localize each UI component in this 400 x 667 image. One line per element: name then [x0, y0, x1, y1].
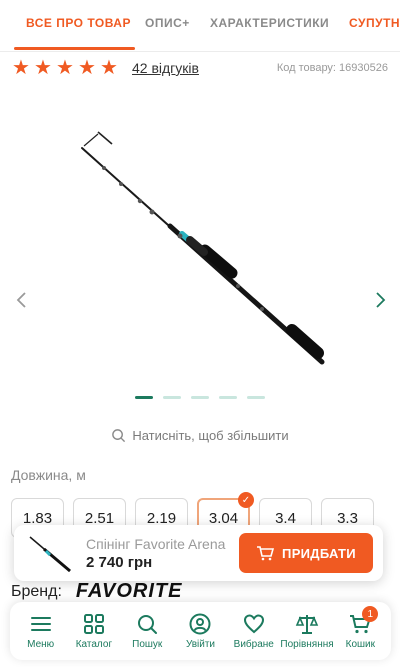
star-icon: ★ — [56, 57, 74, 79]
zoom-hint[interactable]: Натисніть, щоб збільшити — [0, 428, 400, 443]
active-tab-indicator — [14, 47, 135, 50]
buy-button[interactable]: ПРИДБАТИ — [239, 533, 373, 573]
nav-label: Вибране — [233, 639, 274, 650]
check-icon: ✓ — [238, 492, 254, 508]
gallery-dot[interactable] — [135, 396, 153, 399]
gallery-dots — [0, 396, 400, 399]
gallery-dot[interactable] — [163, 396, 181, 399]
gallery-dot[interactable] — [219, 396, 237, 399]
reviews-link[interactable]: 42 відгуків — [132, 60, 199, 76]
cart-badge: 1 — [362, 606, 379, 622]
nav-menu[interactable]: Меню — [17, 612, 65, 650]
buy-button-label: ПРИДБАТИ — [282, 545, 356, 561]
nav-label: Пошук — [132, 639, 163, 650]
product-tabs: Все про товар Опис+ Характеристики Супут… — [0, 0, 400, 52]
nav-cart[interactable]: 1 Кошик — [336, 606, 384, 650]
user-icon — [189, 613, 211, 635]
buybar-price: 2 740 грн — [86, 553, 153, 571]
gallery-next-icon[interactable] — [370, 290, 390, 310]
search-icon — [138, 615, 158, 634]
catalog-icon — [83, 614, 104, 634]
gallery-dot[interactable] — [247, 396, 265, 399]
gallery-prev-icon[interactable] — [12, 290, 32, 310]
nav-compare[interactable]: Порівняння — [280, 612, 334, 650]
cart-icon — [257, 546, 275, 561]
scales-icon — [295, 615, 319, 634]
buybar-product-name: Спінінг Favorite Arena — [86, 535, 226, 552]
nav-search[interactable]: Пошук — [123, 612, 171, 650]
length-label: Довжина, м — [11, 467, 86, 483]
star-icon: ★ — [78, 57, 96, 79]
gallery-dot[interactable] — [191, 396, 209, 399]
star-icon: ★ — [12, 57, 30, 79]
nav-label: Каталог — [75, 639, 113, 650]
nav-label: Меню — [27, 639, 55, 650]
product-thumbnail — [29, 536, 71, 573]
brand-logo[interactable]: FAVORITE — [76, 580, 183, 603]
heart-icon — [243, 614, 264, 634]
rating-row: ★ ★ ★ ★ ★ 42 відгуків Код товару: 169305… — [12, 58, 388, 78]
bottom-navigation: Меню Каталог Пошук Увійти Вибране Порівн… — [10, 602, 391, 660]
tab-all-about[interactable]: Все про товар — [26, 16, 131, 30]
length-option-label: 3.04 — [208, 509, 239, 527]
sticky-buy-bar: Спінінг Favorite Arena 2 740 грн ПРИДБАТ… — [14, 525, 383, 581]
nav-login[interactable]: Увійти — [176, 612, 224, 650]
rating-stars: ★ ★ ★ ★ ★ — [12, 57, 120, 79]
tab-description[interactable]: Опис+ — [145, 16, 190, 30]
nav-label: Кошик — [345, 639, 376, 650]
brand-row: Бренд: FAVORITE — [11, 580, 182, 603]
magnifier-icon — [112, 429, 126, 443]
zoom-hint-text: Натисніть, щоб збільшити — [132, 428, 289, 443]
product-code: Код товару: 16930526 — [276, 62, 388, 74]
tab-characteristics[interactable]: Характеристики — [210, 16, 329, 30]
menu-icon — [30, 617, 51, 631]
product-gallery[interactable] — [0, 90, 400, 390]
brand-label: Бренд: — [11, 582, 62, 600]
star-icon: ★ — [100, 57, 118, 79]
nav-label: Порівняння — [280, 639, 334, 650]
nav-favorites[interactable]: Вибране — [230, 612, 278, 650]
nav-catalog[interactable]: Каталог — [70, 612, 118, 650]
product-image — [81, 131, 325, 365]
tab-related[interactable]: Супутні — [349, 16, 400, 30]
star-icon: ★ — [34, 57, 52, 79]
nav-label: Увійти — [185, 639, 216, 650]
